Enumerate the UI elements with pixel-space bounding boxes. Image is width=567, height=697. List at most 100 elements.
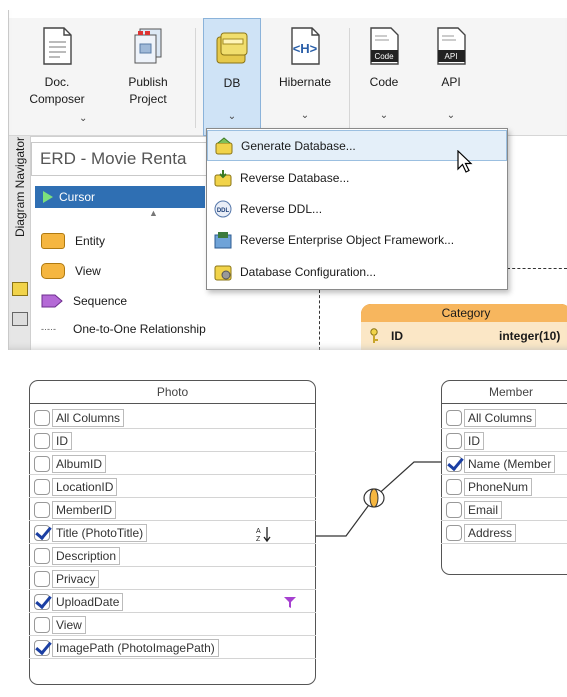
- photo-row[interactable]: LocationID: [34, 478, 118, 496]
- column-name: ImagePath (PhotoImagePath): [52, 639, 219, 657]
- member-row[interactable]: Name (Member: [446, 455, 556, 473]
- menu-reverse-eof[interactable]: Reverse Enterprise Object Framework...: [207, 224, 507, 255]
- chevron-down-icon: ⌄: [300, 110, 310, 121]
- doc-composer-label: Doc. Composer: [29, 75, 85, 106]
- photo-row[interactable]: Privacy: [34, 570, 100, 588]
- navigator-icon[interactable]: [12, 312, 28, 326]
- category-id-row[interactable]: ID integer(10): [361, 322, 567, 350]
- menu-reverse-ddl[interactable]: DDL Reverse DDL...: [207, 193, 507, 224]
- key-icon: [370, 328, 378, 343]
- photo-row[interactable]: UploadDate: [34, 593, 124, 611]
- relationship-connector[interactable]: [316, 440, 442, 550]
- publish-project-button[interactable]: Publish Project: [117, 18, 179, 136]
- app-screenshot: Doc. Composer Publish Project DB ⌄ <H> H…: [8, 10, 567, 350]
- menu-database-configuration[interactable]: Database Configuration...: [207, 256, 507, 287]
- menu-generate-database-label: Generate Database...: [241, 138, 356, 153]
- column-name: Description: [52, 547, 121, 565]
- checkbox[interactable]: [34, 571, 50, 587]
- photo-row[interactable]: ImagePath (PhotoImagePath): [34, 639, 219, 657]
- svg-text:Code: Code: [374, 52, 394, 61]
- menu-reverse-ddl-label: Reverse DDL...: [240, 201, 323, 216]
- checkbox[interactable]: [446, 410, 462, 426]
- mouse-pointer-icon: [457, 150, 473, 173]
- photo-row[interactable]: ID: [34, 432, 72, 450]
- checkbox[interactable]: [34, 548, 50, 564]
- photo-columns: All Columns ID AlbumID LocationID Member…: [29, 380, 316, 685]
- member-row[interactable]: All Columns: [446, 409, 537, 427]
- svg-text:DDL: DDL: [217, 208, 230, 214]
- checkbox[interactable]: [446, 525, 462, 541]
- relationship-icon: -·-·-: [41, 324, 56, 334]
- svg-text:API: API: [445, 52, 458, 61]
- category-id-column: ID: [391, 329, 403, 343]
- palette-sequence[interactable]: Sequence: [37, 288, 249, 314]
- navigator-icon[interactable]: [12, 282, 28, 296]
- column-name: All Columns: [464, 409, 537, 427]
- column-name: PhoneNum: [464, 478, 533, 496]
- code-label: Code: [369, 75, 399, 89]
- checkbox[interactable]: [34, 410, 50, 426]
- connector-line: [319, 290, 320, 350]
- checkbox[interactable]: [446, 479, 462, 495]
- photo-row[interactable]: Description: [34, 547, 121, 565]
- checkbox[interactable]: [34, 502, 50, 518]
- menu-database-configuration-label: Database Configuration...: [240, 264, 377, 279]
- category-id-type: integer(10): [499, 329, 561, 343]
- photo-row[interactable]: All Columns: [34, 409, 125, 427]
- member-row[interactable]: Address: [446, 524, 517, 542]
- scroll-up-icon[interactable]: ▲: [149, 208, 158, 218]
- column-name: ID: [464, 432, 484, 450]
- column-name: LocationID: [52, 478, 118, 496]
- photo-row[interactable]: MemberID: [34, 501, 117, 519]
- member-row[interactable]: Email: [446, 501, 503, 519]
- checkbox[interactable]: [34, 456, 50, 472]
- filter-icon[interactable]: [283, 595, 297, 609]
- photo-row[interactable]: AlbumID: [34, 455, 107, 473]
- checkbox[interactable]: [34, 433, 50, 449]
- checkbox[interactable]: [446, 502, 462, 518]
- palette-sequence-label: Sequence: [73, 294, 128, 308]
- db-button[interactable]: DB ⌄: [203, 18, 261, 136]
- checkbox-checked[interactable]: [34, 525, 50, 541]
- reverse-db-icon: [214, 169, 232, 186]
- chevron-down-icon[interactable]: ⌄: [79, 113, 87, 124]
- member-row[interactable]: ID: [446, 432, 484, 450]
- checkbox[interactable]: [34, 617, 50, 633]
- view-icon: [41, 263, 65, 279]
- generate-db-icon: [215, 136, 233, 154]
- db-label: DB: [223, 76, 241, 90]
- column-name: Email: [464, 501, 503, 519]
- toolbar-separator: [349, 28, 350, 128]
- svg-text:A: A: [256, 528, 261, 535]
- checkbox[interactable]: [446, 433, 462, 449]
- checkbox-checked[interactable]: [34, 594, 50, 610]
- chevron-down-icon: ⌄: [379, 110, 389, 121]
- hibernate-label: Hibernate: [278, 75, 332, 89]
- palette-one-to-one-label: One-to-One Relationship: [73, 322, 206, 336]
- svg-text:Z: Z: [256, 536, 261, 543]
- column-name: UploadDate: [52, 593, 124, 611]
- checkbox-checked[interactable]: [34, 640, 50, 656]
- db-config-icon: [214, 265, 232, 280]
- column-name: ID: [52, 432, 72, 450]
- eof-icon: [214, 231, 232, 248]
- column-name: AlbumID: [52, 455, 107, 473]
- checkbox-checked[interactable]: [446, 456, 462, 472]
- member-columns: All Columns ID Name (Member PhoneNum Ema…: [441, 380, 567, 575]
- code-button[interactable]: Code Code ⌄: [359, 18, 409, 136]
- svg-text:<H>: <H>: [293, 41, 318, 56]
- toolbar-separator: [195, 28, 196, 128]
- api-button[interactable]: API API ⌄: [425, 18, 477, 136]
- chevron-down-icon: ⌄: [227, 111, 237, 122]
- column-name: View: [52, 616, 86, 634]
- photo-row[interactable]: Title (PhotoTitle): [34, 524, 148, 542]
- hibernate-button[interactable]: <H> Hibernate ⌄: [271, 18, 339, 136]
- photo-row[interactable]: View: [34, 616, 86, 634]
- sort-ascending-icon[interactable]: A Z: [255, 525, 273, 543]
- sequence-icon: [41, 294, 63, 308]
- palette-one-to-one[interactable]: -·-·- One-to-One Relationship: [37, 316, 249, 342]
- connector-line: [507, 268, 567, 269]
- palette-cursor[interactable]: Cursor: [35, 186, 205, 208]
- checkbox[interactable]: [34, 479, 50, 495]
- member-row[interactable]: PhoneNum: [446, 478, 533, 496]
